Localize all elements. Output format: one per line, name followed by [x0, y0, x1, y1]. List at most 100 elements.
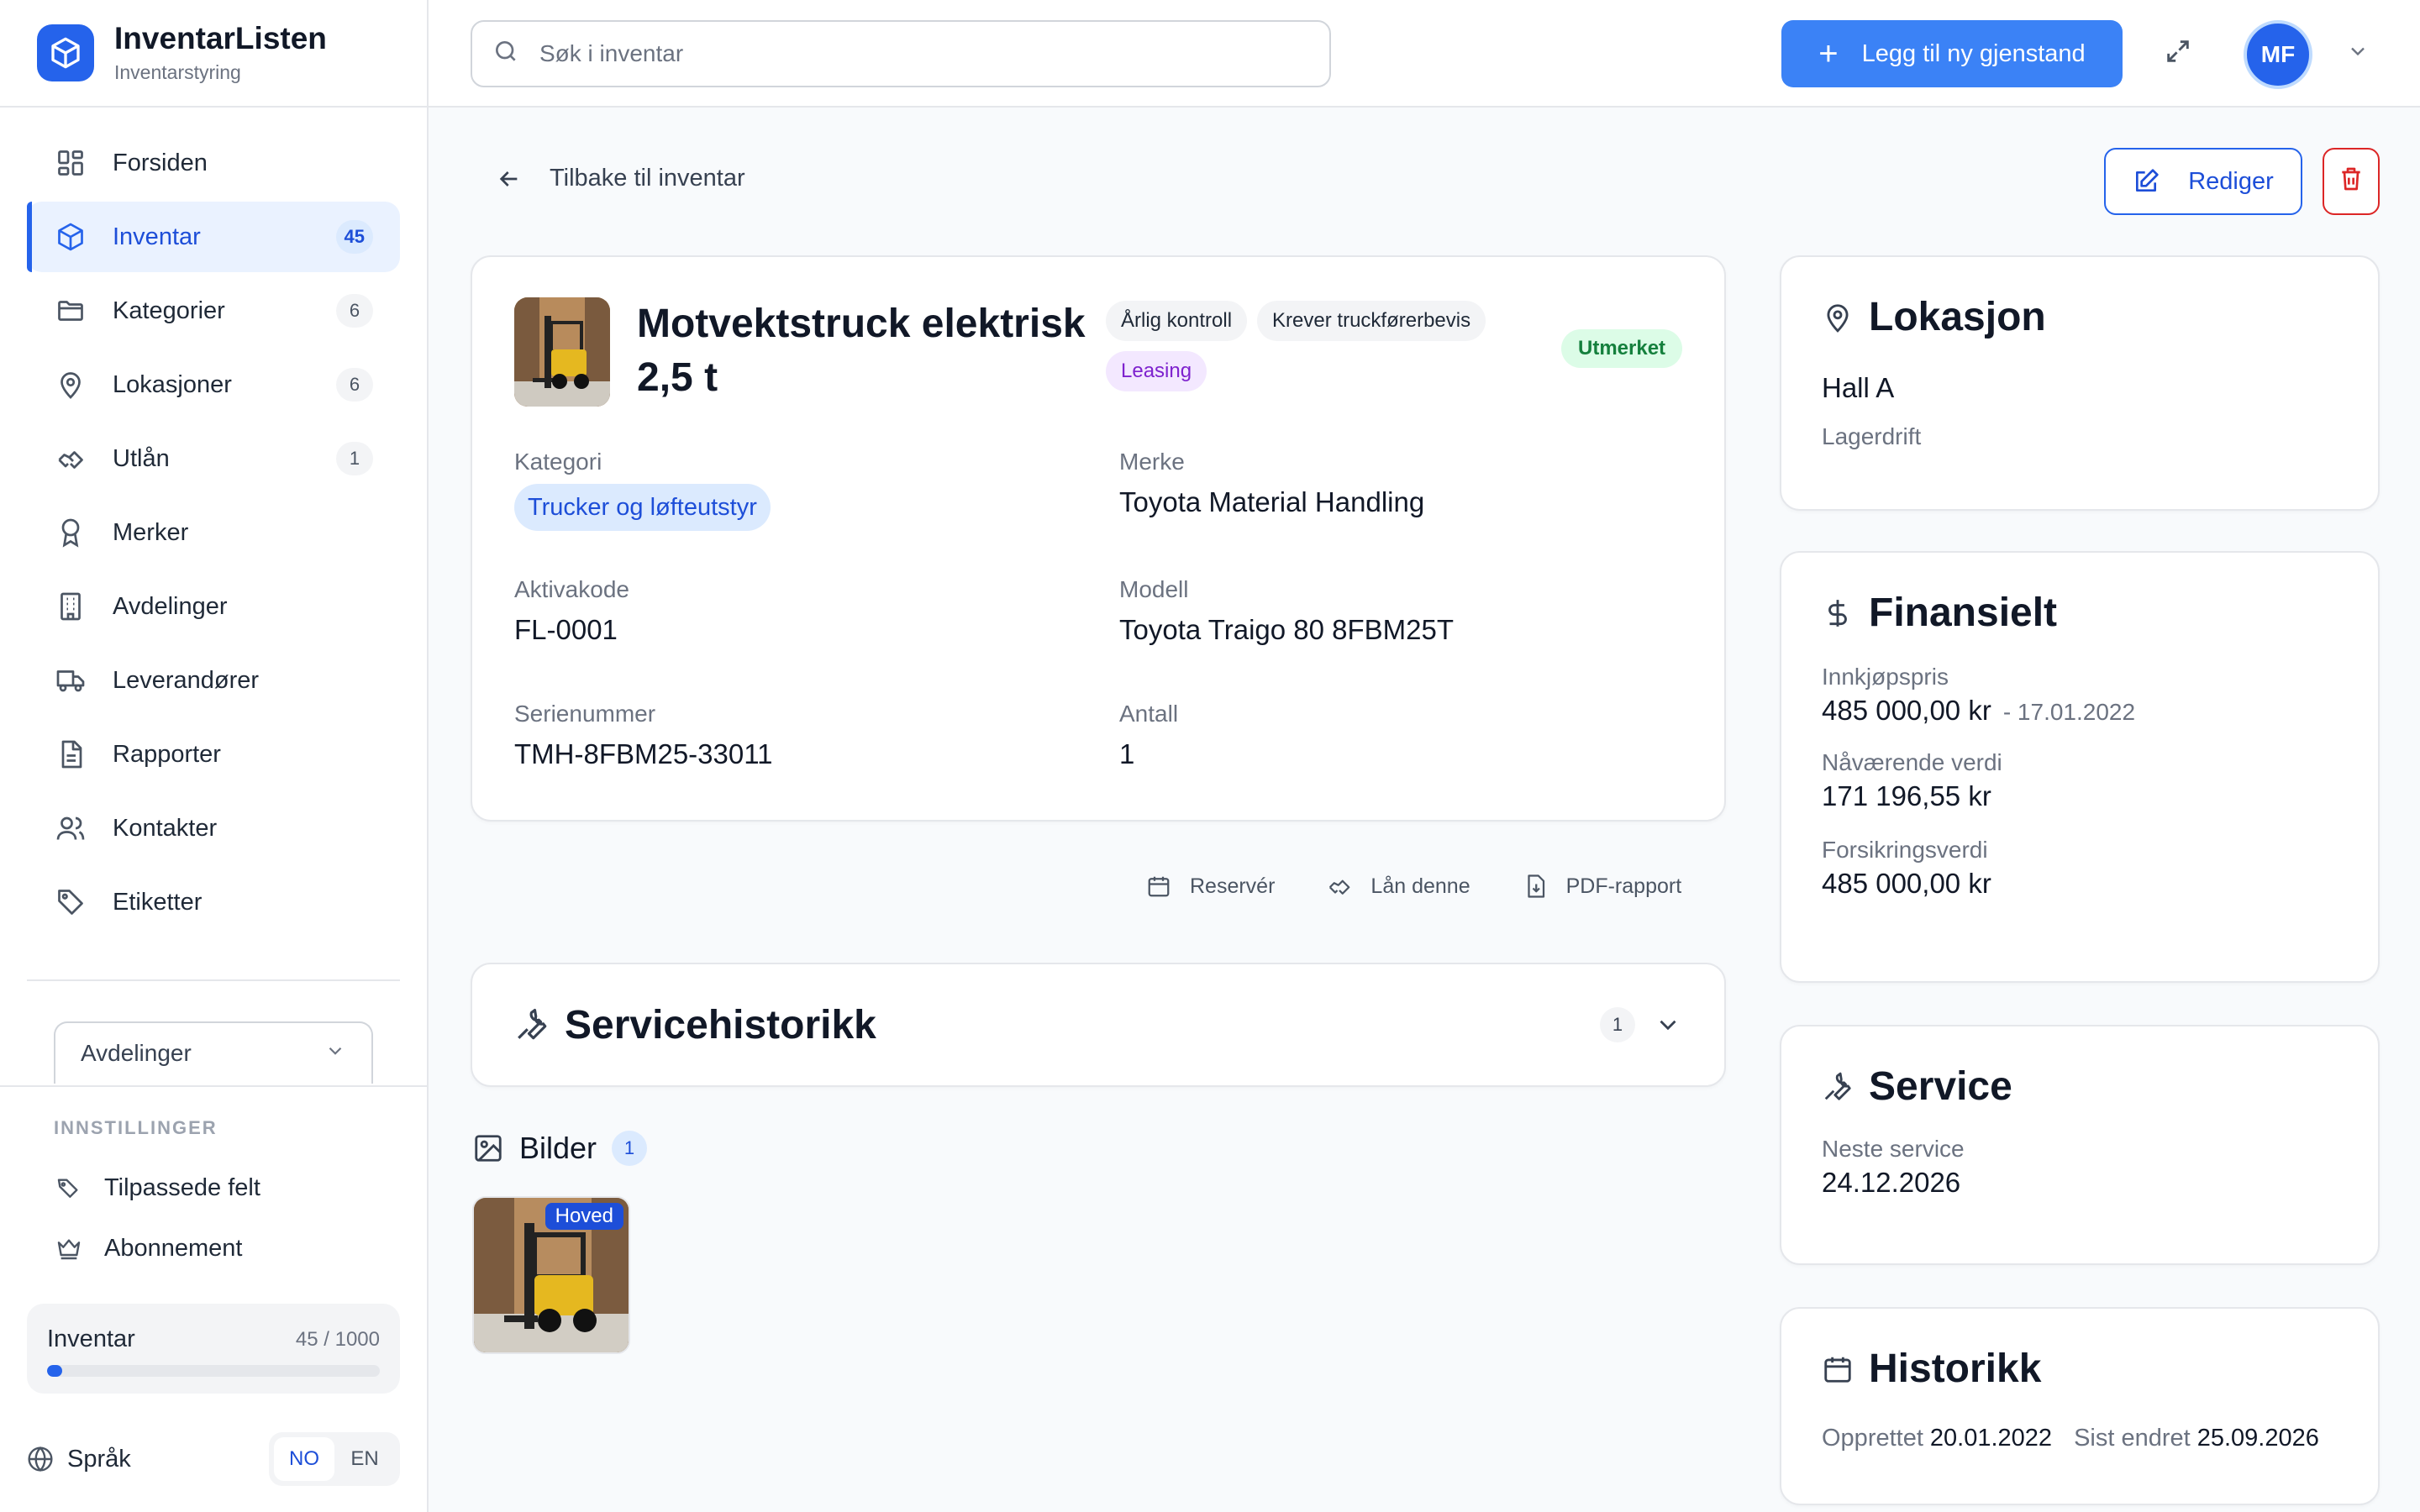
insurance-label: Forsikringsverdi	[1822, 837, 1988, 863]
edit-icon	[2133, 168, 2160, 195]
changed-label: Sist endret	[2074, 1425, 2191, 1452]
search-box[interactable]	[471, 20, 1331, 87]
sidebar-item-leverandorer[interactable]: Leverandører	[27, 645, 400, 716]
sidebar-item-kategorier[interactable]: Kategorier 6	[27, 276, 400, 346]
brand-value: Toyota Material Handling	[1119, 486, 1425, 517]
pdf-report-button[interactable]: PDF-rapport	[1523, 874, 1682, 899]
brand[interactable]: InventarListen Inventarstyring	[0, 0, 427, 108]
sidebar-item-label: Rapporter	[113, 740, 221, 768]
pdf-report-button-label: PDF-rapport	[1565, 874, 1682, 898]
sidebar-item-lokasjoner[interactable]: Lokasjoner 6	[27, 349, 400, 420]
sidebar-item-avdelinger[interactable]: Avdelinger	[27, 571, 400, 642]
sidebar-item-label: Merker	[113, 518, 189, 546]
loan-button[interactable]: Lån denne	[1327, 874, 1470, 899]
service-header: Service	[1822, 1062, 2338, 1112]
sidebar-item-forsiden[interactable]: Forsiden	[27, 128, 400, 198]
loan-button-label: Lån denne	[1370, 874, 1470, 898]
document-icon	[54, 738, 87, 771]
edit-button[interactable]: Rediger	[2104, 148, 2302, 215]
app-subtitle: Inventarstyring	[114, 61, 241, 83]
tags-icon	[54, 1173, 84, 1203]
location-title: Lokasjon	[1869, 295, 2046, 339]
language-option-no[interactable]: NO	[274, 1437, 334, 1481]
tag-chip[interactable]: Leasing	[1106, 351, 1207, 391]
wrench-icon	[1822, 1071, 1854, 1103]
back-link[interactable]: Tilbake til inventar	[496, 165, 745, 192]
sidebar-item-count: 45	[335, 220, 373, 254]
brand-label: Merke	[1119, 449, 1185, 475]
sidebar-item-count: 6	[336, 294, 373, 328]
app-logo-icon	[37, 24, 94, 81]
sidebar-item-label: Kategorier	[113, 297, 225, 324]
location-card: Lokasjon Hall A Lagerdrift	[1780, 255, 2380, 511]
next-service-value: 24.12.2026	[1822, 1167, 1961, 1198]
tag-icon	[54, 885, 87, 919]
settings-item-custom-fields[interactable]: Tilpassede felt	[27, 1158, 400, 1218]
settings-item-subscription[interactable]: Abonnement	[27, 1218, 400, 1278]
search-input[interactable]	[539, 40, 1279, 67]
reserve-button[interactable]: Reservér	[1146, 874, 1275, 899]
current-value: 171 196,55 kr	[1822, 780, 1991, 811]
created-label: Opprettet	[1822, 1425, 1923, 1452]
model-field: Modell Toyota Traigo 80 8FBM25T	[1119, 575, 1454, 648]
condition-badge: Utmerket	[1561, 329, 1683, 368]
sidebar-item-label: Inventar	[113, 223, 201, 250]
sidebar-item-count: 1	[336, 442, 373, 475]
sidebar-nav: Forsiden Inventar 45 Kategorier 6 Lokasj…	[0, 108, 427, 937]
chevron-down-icon[interactable]	[1654, 1011, 1682, 1039]
sidebar-item-etiketter[interactable]: Etiketter	[27, 867, 400, 937]
user-menu-button[interactable]	[2344, 40, 2371, 67]
box-icon	[54, 220, 87, 254]
quantity-label: Antall	[1119, 701, 1179, 727]
usage-meter: Inventar 45 / 1000	[27, 1304, 400, 1394]
category-chip[interactable]: Trucker og løfteutstyr	[514, 484, 771, 531]
tag-chip[interactable]: Årlig kontroll	[1106, 301, 1248, 341]
asset-code-value: FL-0001	[514, 614, 618, 645]
dashboard-icon	[54, 146, 87, 180]
building-icon	[54, 590, 87, 623]
dollar-icon	[1822, 597, 1854, 629]
service-history-card[interactable]: Servicehistorikk 1	[471, 963, 1726, 1087]
wrench-icon	[514, 1007, 550, 1042]
department-select[interactable]: Avdelinger	[54, 1021, 373, 1084]
sidebar-item-inventar[interactable]: Inventar 45	[27, 202, 400, 272]
tag-chip[interactable]: Krever truckførerbevis	[1257, 301, 1486, 341]
language-option-en[interactable]: EN	[334, 1437, 395, 1481]
model-value: Toyota Traigo 80 8FBM25T	[1119, 614, 1455, 645]
fullscreen-button[interactable]	[2161, 37, 2195, 71]
add-item-button[interactable]: + Legg til ny gjenstand	[1781, 20, 2123, 87]
sidebar-item-label: Kontakter	[113, 814, 218, 842]
images-title: Bilder	[519, 1131, 597, 1165]
sidebar-item-label: Utlån	[113, 444, 170, 472]
sidebar-item-utlan[interactable]: Utlån 1	[27, 423, 400, 494]
sidebar-item-count: 6	[336, 368, 373, 402]
gallery-image[interactable]: Hoved	[472, 1196, 630, 1354]
image-icon	[472, 1132, 504, 1164]
purchase-value: 485 000,00 kr	[1822, 695, 1991, 726]
location-name[interactable]: Hall A	[1822, 370, 2338, 407]
main-image-badge: Hoved	[544, 1203, 623, 1230]
expand-icon	[2164, 37, 2192, 71]
sidebar: InventarListen Inventarstyring Forsiden …	[0, 0, 429, 1512]
plus-icon: +	[1818, 35, 1839, 72]
asset-code-field: Aktivakode FL-0001	[514, 575, 629, 648]
sidebar-item-rapporter[interactable]: Rapporter	[27, 719, 400, 790]
purchase-date: - 17.01.2022	[2002, 699, 2136, 725]
history-card: Historikk Opprettet 20.01.2022 Sist endr…	[1780, 1307, 2380, 1505]
item-detail-card: Motvektstruck elektrisk 2,5 t Årlig kont…	[471, 255, 1726, 822]
calendar-icon	[1822, 1353, 1854, 1385]
delete-button[interactable]	[2323, 148, 2380, 215]
item-thumbnail[interactable]	[514, 297, 610, 407]
sidebar-item-merker[interactable]: Merker	[27, 497, 400, 568]
users-icon	[54, 811, 87, 845]
department-select-value: Avdelinger	[81, 1040, 192, 1066]
financial-title: Finansielt	[1869, 591, 2058, 635]
file-download-icon	[1523, 874, 1548, 899]
user-avatar[interactable]: MF	[2244, 20, 2312, 89]
model-label: Modell	[1119, 576, 1189, 602]
sidebar-item-kontakter[interactable]: Kontakter	[27, 793, 400, 864]
location-sub: Lagerdrift	[1822, 423, 1922, 449]
handshake-icon	[54, 442, 87, 475]
category-label: Kategori	[514, 449, 602, 475]
next-service-label: Neste service	[1822, 1136, 1965, 1162]
